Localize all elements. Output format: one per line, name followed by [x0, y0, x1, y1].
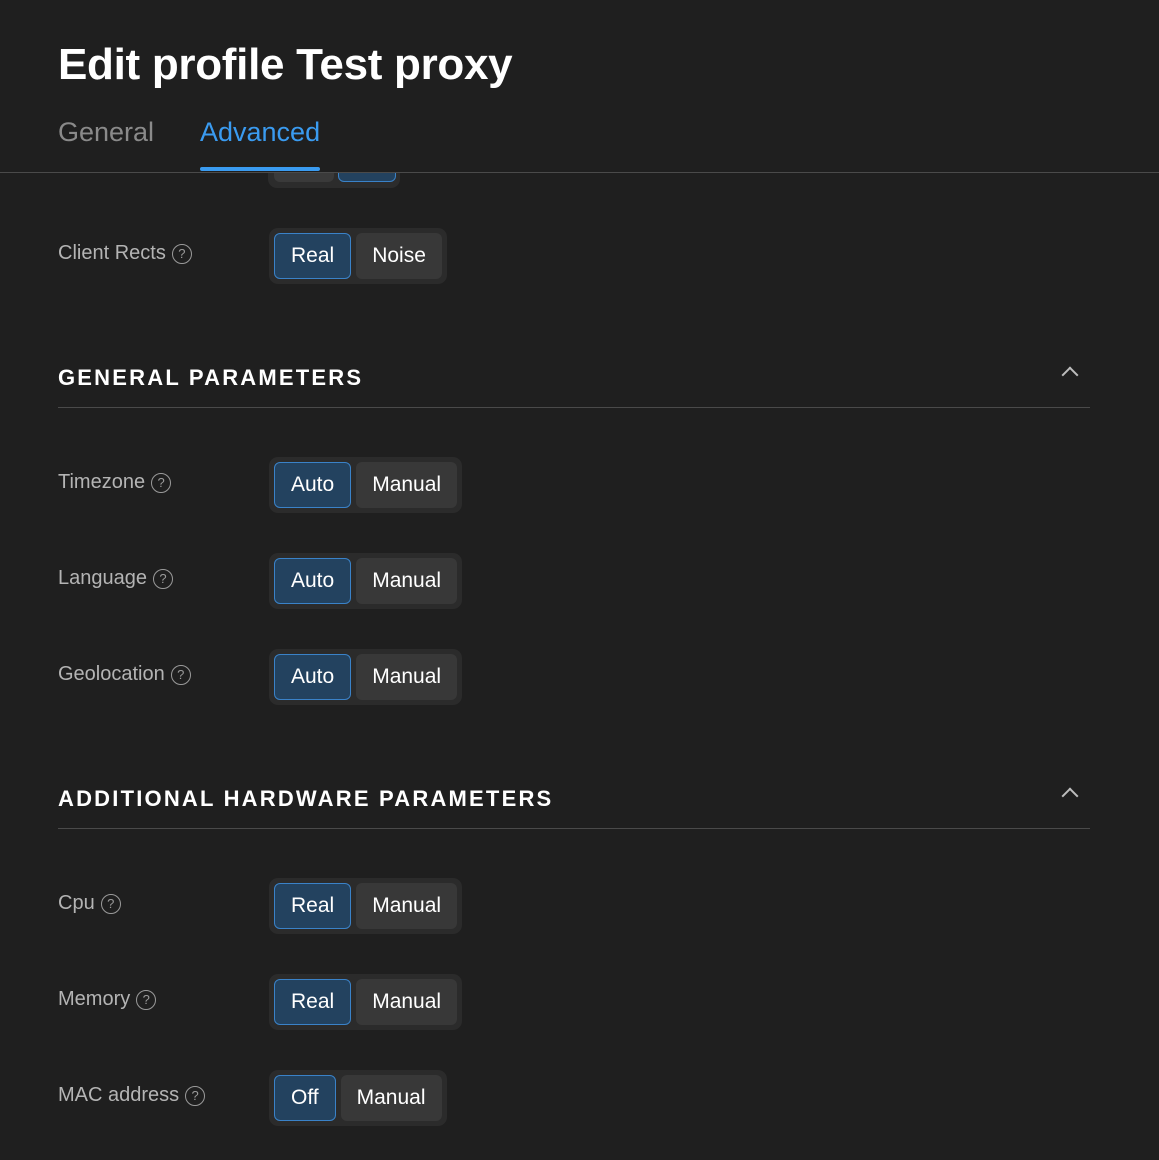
timezone-label: Timezone ?: [58, 471, 172, 494]
geolocation-toggle: Auto Manual: [269, 649, 463, 705]
mac-address-toggle: Off Manual: [269, 1070, 447, 1126]
memory-manual-button[interactable]: Manual: [356, 979, 458, 1025]
cpu-label-text: Cpu: [58, 892, 95, 914]
mac-address-manual-button[interactable]: Manual: [340, 1075, 442, 1121]
help-icon[interactable]: ?: [171, 243, 192, 264]
client-rects-noise-button[interactable]: Noise: [356, 233, 442, 279]
memory-label-text: Memory: [58, 988, 131, 1010]
section-title: ADDITIONAL HARDWARE PARAMETERS: [58, 786, 554, 811]
row-mac-address: MAC address ? Off Manual: [0, 1070, 1159, 1128]
geolocation-manual-button[interactable]: Manual: [356, 654, 458, 700]
timezone-toggle: Auto Manual: [269, 457, 463, 513]
cpu-manual-button[interactable]: Manual: [356, 883, 458, 929]
row-cpu: Cpu ? Real Manual: [0, 878, 1159, 936]
language-label-text: Language: [58, 567, 147, 589]
page-header: Edit profile Test proxy General Advanced: [0, 0, 1159, 173]
tab-advanced[interactable]: Advanced: [200, 114, 320, 150]
mac-address-label-text: MAC address: [58, 1084, 180, 1106]
mac-address-label: MAC address ?: [58, 1084, 206, 1107]
language-toggle: Auto Manual: [269, 553, 463, 609]
row-memory: Memory ? Real Manual: [0, 974, 1159, 1032]
language-label: Language ?: [58, 567, 173, 590]
cpu-toggle: Real Manual: [269, 878, 463, 934]
memory-toggle: Real Manual: [269, 974, 463, 1030]
row-language: Language ? Auto Manual: [0, 553, 1159, 611]
timezone-auto-button[interactable]: Auto: [274, 462, 352, 508]
help-icon[interactable]: ?: [100, 893, 121, 914]
timezone-label-text: Timezone: [58, 471, 146, 493]
memory-label: Memory ?: [58, 988, 157, 1011]
cpu-real-button[interactable]: Real: [274, 883, 352, 929]
language-manual-button[interactable]: Manual: [356, 558, 458, 604]
section-title: GENERAL PARAMETERS: [58, 365, 364, 390]
help-icon[interactable]: ?: [152, 568, 173, 589]
row-client-rects: Client Rects ? Real Noise: [0, 228, 1159, 286]
geolocation-auto-button[interactable]: Auto: [274, 654, 352, 700]
page-title: Edit profile Test proxy: [58, 40, 513, 89]
geolocation-label-text: Geolocation: [58, 663, 165, 685]
client-rects-real-button[interactable]: Real: [274, 233, 352, 279]
hardware-parameters-section-header[interactable]: ADDITIONAL HARDWARE PARAMETERS: [58, 768, 1090, 829]
chevron-up-icon[interactable]: [1061, 787, 1079, 805]
client-rects-label-text: Client Rects: [58, 242, 166, 264]
mac-address-off-button[interactable]: Off: [274, 1075, 336, 1121]
help-icon[interactable]: ?: [170, 664, 191, 685]
help-icon[interactable]: ?: [136, 989, 157, 1010]
client-rects-toggle: Real Noise: [269, 228, 447, 284]
general-parameters-section-header[interactable]: GENERAL PARAMETERS: [58, 347, 1090, 408]
chevron-up-icon[interactable]: [1061, 366, 1079, 384]
help-icon[interactable]: ?: [185, 1085, 206, 1106]
timezone-manual-button[interactable]: Manual: [356, 462, 458, 508]
active-tab-indicator: [200, 167, 320, 171]
cpu-label: Cpu ?: [58, 892, 121, 915]
row-geolocation: Geolocation ? Auto Manual: [0, 649, 1159, 707]
client-rects-label: Client Rects ?: [58, 242, 192, 265]
memory-real-button[interactable]: Real: [274, 979, 352, 1025]
language-auto-button[interactable]: Auto: [274, 558, 352, 604]
row-timezone: Timezone ? Auto Manual: [0, 457, 1159, 515]
tab-general[interactable]: General: [58, 114, 154, 150]
help-icon[interactable]: ?: [151, 472, 172, 493]
geolocation-label: Geolocation ?: [58, 663, 191, 686]
advanced-settings-content: Client Rects ? Real Noise GENERAL PARAME…: [0, 0, 1159, 1160]
